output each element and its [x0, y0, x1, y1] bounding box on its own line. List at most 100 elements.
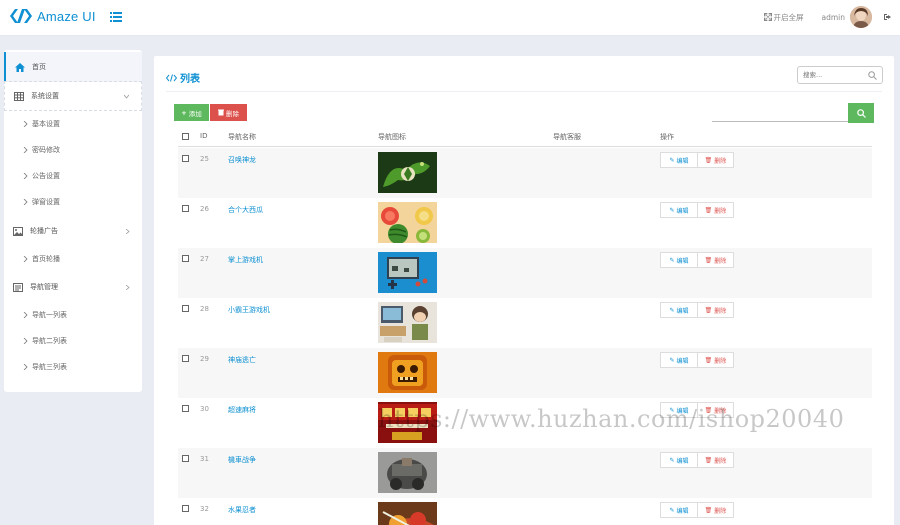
edit-button[interactable]: ✎ 编辑: [660, 252, 698, 268]
select-all-checkbox[interactable]: [182, 133, 189, 140]
chevron-right-icon: [125, 228, 130, 234]
sidebar-item-system-settings[interactable]: 系统设置: [4, 81, 142, 111]
row-checkbox[interactable]: [182, 305, 189, 312]
row-name[interactable]: 召唤神龙: [228, 155, 256, 165]
table-search-input[interactable]: [712, 104, 848, 121]
row-name[interactable]: 機車战争: [228, 455, 256, 465]
delete-button[interactable]: 🗑 删除: [698, 352, 734, 368]
delete-button[interactable]: 🗑 删除: [698, 502, 734, 518]
sidebar-item-label: 首页: [32, 63, 46, 71]
edit-label: 编辑: [676, 357, 689, 365]
edit-button[interactable]: ✎ 编辑: [660, 402, 698, 418]
table-row: 30 超速麻将 ✎ 编辑 🗑 删除: [178, 398, 872, 448]
add-button[interactable]: + 添加: [174, 104, 209, 121]
row-id: 29: [200, 355, 209, 363]
delete-button[interactable]: 🗑 删除: [698, 152, 734, 168]
edit-button[interactable]: ✎ 编辑: [660, 502, 698, 518]
image-icon: [13, 226, 23, 236]
admin-name[interactable]: admin: [822, 13, 846, 22]
delete-label: 删除: [714, 307, 727, 315]
row-checkbox[interactable]: [182, 505, 189, 512]
edit-label: 编辑: [676, 407, 689, 415]
search-icon: [856, 108, 866, 118]
watermelon-game-thumbnail: [378, 202, 437, 243]
column-header-name: 导航名称: [228, 133, 256, 141]
chevron-right-icon: [23, 364, 28, 370]
row-id: 31: [200, 455, 209, 463]
sidebar-item-navigation[interactable]: 导航管理: [4, 272, 142, 302]
bulk-delete-button[interactable]: 删除: [210, 104, 247, 121]
delete-label: 删除: [714, 407, 727, 415]
row-name[interactable]: 神庙逃亡: [228, 355, 256, 365]
row-id: 25: [200, 155, 209, 163]
sidebar-item-home[interactable]: 首页: [4, 52, 142, 82]
sidebar-sub-item[interactable]: 导航二列表: [4, 328, 142, 354]
edit-button[interactable]: ✎ 编辑: [660, 452, 698, 468]
row-checkbox[interactable]: [182, 355, 189, 362]
edit-label: 编辑: [676, 507, 689, 515]
search-button[interactable]: [848, 103, 874, 123]
search-icon[interactable]: [868, 71, 877, 80]
edit-icon: ✎: [669, 206, 675, 214]
sidebar-sub-item[interactable]: 首页轮播: [4, 246, 142, 272]
add-label: 添加: [188, 109, 202, 118]
delete-label: 删除: [714, 207, 727, 215]
logo[interactable]: Amaze UI: [9, 8, 96, 24]
row-id: 26: [200, 205, 209, 213]
sidebar-item-carousel-ads[interactable]: 轮播广告: [4, 216, 142, 246]
sidebar-sub-label: 公告设置: [32, 172, 60, 180]
edit-label: 编辑: [676, 207, 689, 215]
top-search-input[interactable]: [803, 71, 871, 79]
row-checkbox[interactable]: [182, 405, 189, 412]
sidebar-sub-item[interactable]: 基本设置: [4, 111, 142, 137]
sidebar-sub-item[interactable]: 导航一列表: [4, 302, 142, 328]
sidebar-sub-item[interactable]: 弹窗设置: [4, 189, 142, 215]
divider: [166, 91, 882, 92]
edit-icon: ✎: [669, 406, 675, 414]
logout-icon[interactable]: [884, 13, 892, 21]
delete-button[interactable]: 🗑 删除: [698, 452, 734, 468]
edit-button[interactable]: ✎ 编辑: [660, 202, 698, 218]
fullscreen-button[interactable]: 开启全屏: [763, 12, 804, 23]
row-name[interactable]: 水果忍者: [228, 505, 256, 515]
retro-console-thumbnail: [378, 302, 437, 343]
edit-button[interactable]: ✎ 编辑: [660, 302, 698, 318]
trash-icon: 🗑: [704, 406, 713, 414]
delete-button[interactable]: 🗑 删除: [698, 252, 734, 268]
row-name[interactable]: 掌上游戏机: [228, 255, 263, 265]
table-row: 25 召唤神龙 ✎ 编辑 🗑 删除: [178, 148, 872, 198]
sidebar-sub-label: 弹窗设置: [32, 198, 60, 206]
row-name[interactable]: 小霸王游戏机: [228, 305, 270, 315]
row-id: 27: [200, 255, 209, 263]
edit-button[interactable]: ✎ 编辑: [660, 152, 698, 168]
menu-toggle-icon[interactable]: [110, 12, 122, 22]
sidebar: 首页 系统设置 基本设置 密码修改 公告设置 弹窗设置 轮播广告 首页轮播 导航…: [4, 50, 142, 392]
sidebar-sub-item[interactable]: 密码修改: [4, 137, 142, 163]
row-name[interactable]: 合个大西瓜: [228, 205, 263, 215]
column-header-icon: 导航图标: [378, 133, 406, 141]
sidebar-sub-label: 导航一列表: [32, 311, 67, 319]
edit-label: 编辑: [676, 157, 689, 165]
delete-button[interactable]: 🗑 删除: [698, 202, 734, 218]
page-title-text: 列表: [180, 74, 200, 85]
delete-button[interactable]: 🗑 删除: [698, 402, 734, 418]
row-name[interactable]: 超速麻将: [228, 405, 256, 415]
delete-label: 删除: [714, 157, 727, 165]
trash-icon: 🗑: [704, 206, 713, 214]
avatar[interactable]: [850, 6, 872, 28]
sidebar-item-label: 导航管理: [30, 283, 58, 291]
sidebar-sub-item[interactable]: 公告设置: [4, 163, 142, 189]
row-checkbox[interactable]: [182, 455, 189, 462]
edit-button[interactable]: ✎ 编辑: [660, 352, 698, 368]
row-checkbox[interactable]: [182, 155, 189, 162]
search-underline: [712, 121, 848, 122]
chevron-right-icon: [23, 338, 28, 344]
row-checkbox[interactable]: [182, 205, 189, 212]
row-checkbox[interactable]: [182, 255, 189, 262]
handheld-console-thumbnail: [378, 252, 437, 293]
sidebar-sub-item[interactable]: 导航三列表: [4, 354, 142, 380]
code-icon: [166, 73, 177, 82]
edit-icon: ✎: [669, 256, 675, 264]
delete-button[interactable]: 🗑 删除: [698, 302, 734, 318]
column-header-id: ID: [200, 132, 208, 140]
